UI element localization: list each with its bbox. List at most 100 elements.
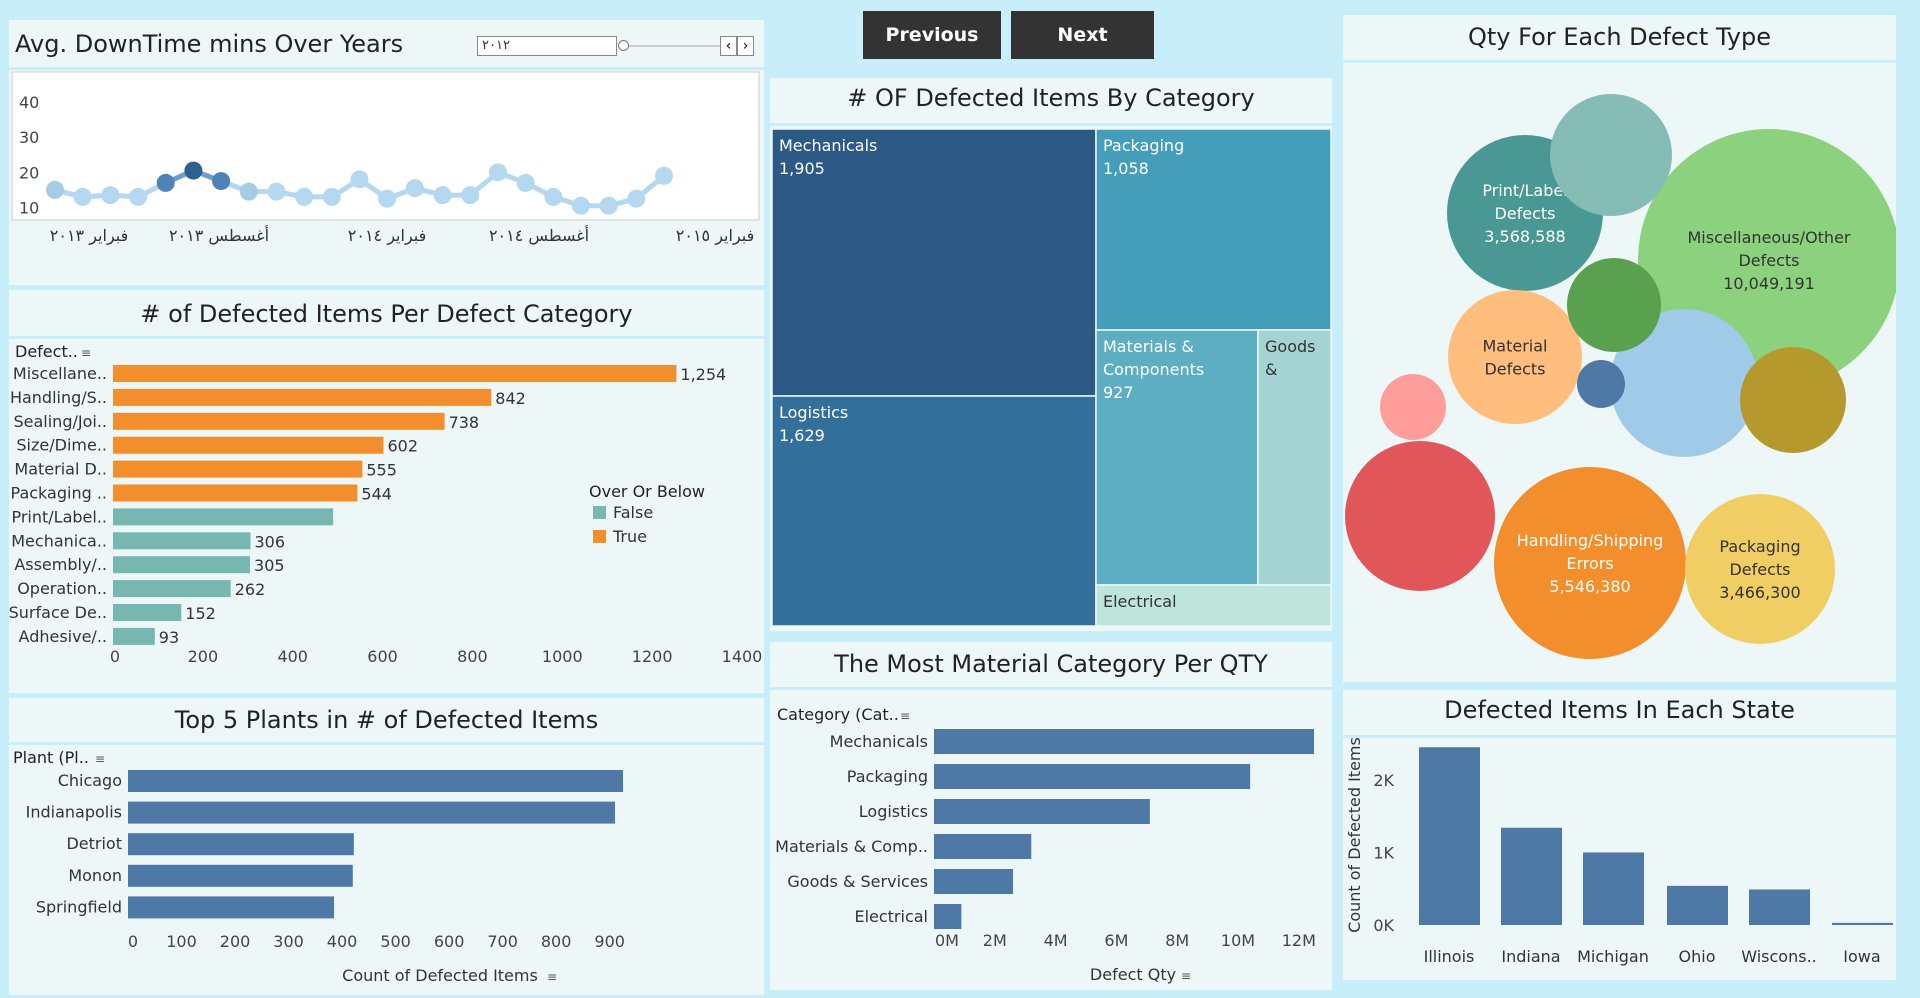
defect-bar bbox=[113, 436, 384, 454]
bubble-label: Defects bbox=[1484, 360, 1545, 379]
defect-bar bbox=[113, 580, 231, 598]
treemap-label: & bbox=[1265, 360, 1277, 379]
downtime-point bbox=[571, 196, 590, 215]
category-label: Materials & Comp.. bbox=[775, 837, 928, 856]
x-tick-label: 400 bbox=[327, 932, 358, 951]
previous-button[interactable]: Previous bbox=[863, 11, 1001, 59]
column-header: Defect.. bbox=[15, 342, 78, 361]
states-title: Defected Items In Each State bbox=[1444, 696, 1795, 724]
bubble-label: Errors bbox=[1566, 554, 1613, 573]
downtime-point bbox=[350, 170, 369, 189]
downtime-point bbox=[516, 173, 535, 192]
defect-bubble bbox=[1550, 94, 1672, 216]
downtime-point bbox=[322, 187, 341, 206]
state-label: Indiana bbox=[1501, 947, 1560, 966]
defect-bar bbox=[113, 460, 363, 478]
bubble-label: Packaging bbox=[1719, 537, 1800, 556]
y-tick-label: 10 bbox=[19, 198, 39, 217]
treemap-value: 1,058 bbox=[1103, 159, 1149, 178]
bubble-label: Defects bbox=[1494, 204, 1555, 223]
x-axis-label: Count of Defected Items bbox=[342, 966, 538, 985]
x-tick-label: 1000 bbox=[542, 647, 583, 666]
downtime-point bbox=[433, 186, 452, 205]
qty-bar bbox=[934, 799, 1150, 824]
downtime-point bbox=[378, 189, 397, 208]
state-label: Illinois bbox=[1424, 947, 1475, 966]
x-tick-label: 0M bbox=[935, 931, 959, 950]
qty-bar bbox=[934, 869, 1014, 894]
bubble-title: Qty For Each Defect Type bbox=[1468, 23, 1771, 51]
category-label: Miscellane.. bbox=[13, 364, 107, 383]
bubble-label: 3,568,588 bbox=[1484, 227, 1565, 246]
category-label: Handling/S.. bbox=[10, 388, 107, 407]
category-label: Sealing/Joi.. bbox=[13, 412, 107, 431]
downtime-point bbox=[488, 163, 507, 182]
downtime-title: Avg. DownTime mins Over Years bbox=[15, 30, 404, 58]
plant-bar bbox=[128, 833, 354, 856]
y-tick-label: 1K bbox=[1373, 843, 1394, 862]
defect-bubble bbox=[1740, 347, 1846, 453]
defect-bar bbox=[113, 365, 677, 382]
downtime-point bbox=[655, 166, 673, 185]
slider-next-icon[interactable]: › bbox=[737, 36, 754, 56]
x-tick-label: 8M bbox=[1165, 931, 1189, 950]
qty-bar bbox=[934, 904, 962, 929]
downtime-point bbox=[239, 182, 258, 201]
bubble-label: Handling/Shipping bbox=[1517, 531, 1664, 550]
x-tick-label: 500 bbox=[380, 932, 411, 951]
treemap-title: # OF Defected Items By Category bbox=[847, 84, 1255, 112]
category-label: Mechanica.. bbox=[11, 531, 107, 550]
value-label: 555 bbox=[366, 461, 397, 480]
treemap-label: Electrical bbox=[1103, 592, 1177, 611]
defect-bar bbox=[113, 484, 358, 502]
year-slider-handle[interactable] bbox=[618, 40, 629, 51]
bubble-label: Defects bbox=[1738, 251, 1799, 270]
slider-prev-icon[interactable]: ‹ bbox=[720, 36, 737, 56]
bubble-label: Print/Label bbox=[1482, 181, 1567, 200]
category-label: Material D.. bbox=[14, 460, 107, 479]
column-header: Plant (Pl.. bbox=[13, 748, 89, 767]
downtime-point bbox=[46, 180, 64, 199]
state-bar bbox=[1419, 747, 1480, 925]
sort-icon: ≡ bbox=[81, 346, 91, 360]
material-qty-bar-chart: Category (Cat.. ≡MechanicalsPackagingLogi… bbox=[775, 705, 1316, 984]
category-label: Mechanicals bbox=[830, 732, 928, 751]
state-label: Michigan bbox=[1577, 947, 1649, 966]
bubble-label: Miscellaneous/Other bbox=[1688, 228, 1851, 247]
x-tick-label: 400 bbox=[277, 647, 308, 666]
x-tick-label: فبراير ٢٠١٤ bbox=[348, 226, 427, 246]
x-tick-label: فبراير ٢٠١٣ bbox=[50, 226, 129, 246]
defect-bubble bbox=[1345, 441, 1495, 591]
material-qty-panel: The Most Material Category Per QTY Categ… bbox=[770, 642, 1332, 990]
next-button[interactable]: Next bbox=[1011, 11, 1154, 59]
x-tick-label: فبراير ٢٠١٥ bbox=[676, 226, 755, 246]
plant-label: Springfield bbox=[36, 897, 122, 916]
treemap-label: Goods bbox=[1265, 337, 1315, 356]
x-tick-label: 600 bbox=[434, 932, 465, 951]
defect-category-title: # of Defected Items Per Defect Category bbox=[140, 300, 633, 328]
x-tick-label: 12M bbox=[1282, 931, 1316, 950]
downtime-point bbox=[295, 187, 314, 206]
x-axis-label: Defect Qty bbox=[1090, 965, 1176, 984]
category-label: Electrical bbox=[854, 907, 928, 926]
value-label: 306 bbox=[254, 532, 285, 551]
bubble-label: 10,049,191 bbox=[1723, 274, 1815, 293]
y-tick-label: 20 bbox=[19, 163, 39, 182]
column-header: Category (Cat.. bbox=[777, 705, 899, 724]
x-tick-label: 4M bbox=[1044, 931, 1068, 950]
x-tick-label: 0 bbox=[128, 932, 138, 951]
category-label: Assembly/.. bbox=[14, 555, 107, 574]
sort-icon: ≡ bbox=[900, 709, 910, 723]
states-bar-chart: Count of Defected Items 0K 1K 2K Illinois Ind… bbox=[1345, 738, 1893, 966]
category-label: Adhesive/.. bbox=[19, 627, 107, 646]
defect-bar bbox=[113, 388, 492, 406]
treemap-label: Materials & bbox=[1103, 337, 1194, 356]
year-slider-track[interactable] bbox=[623, 45, 723, 47]
legend-label: True bbox=[612, 527, 647, 546]
top-plants-title: Top 5 Plants in # of Defected Items bbox=[174, 706, 599, 734]
treemap-value: 1,629 bbox=[779, 426, 825, 445]
qty-bar bbox=[934, 764, 1251, 789]
year-slider-field[interactable]: ٢٠١٢ bbox=[477, 36, 617, 56]
x-tick-label: 1400 bbox=[722, 647, 763, 666]
y-tick-label: 40 bbox=[19, 93, 39, 112]
